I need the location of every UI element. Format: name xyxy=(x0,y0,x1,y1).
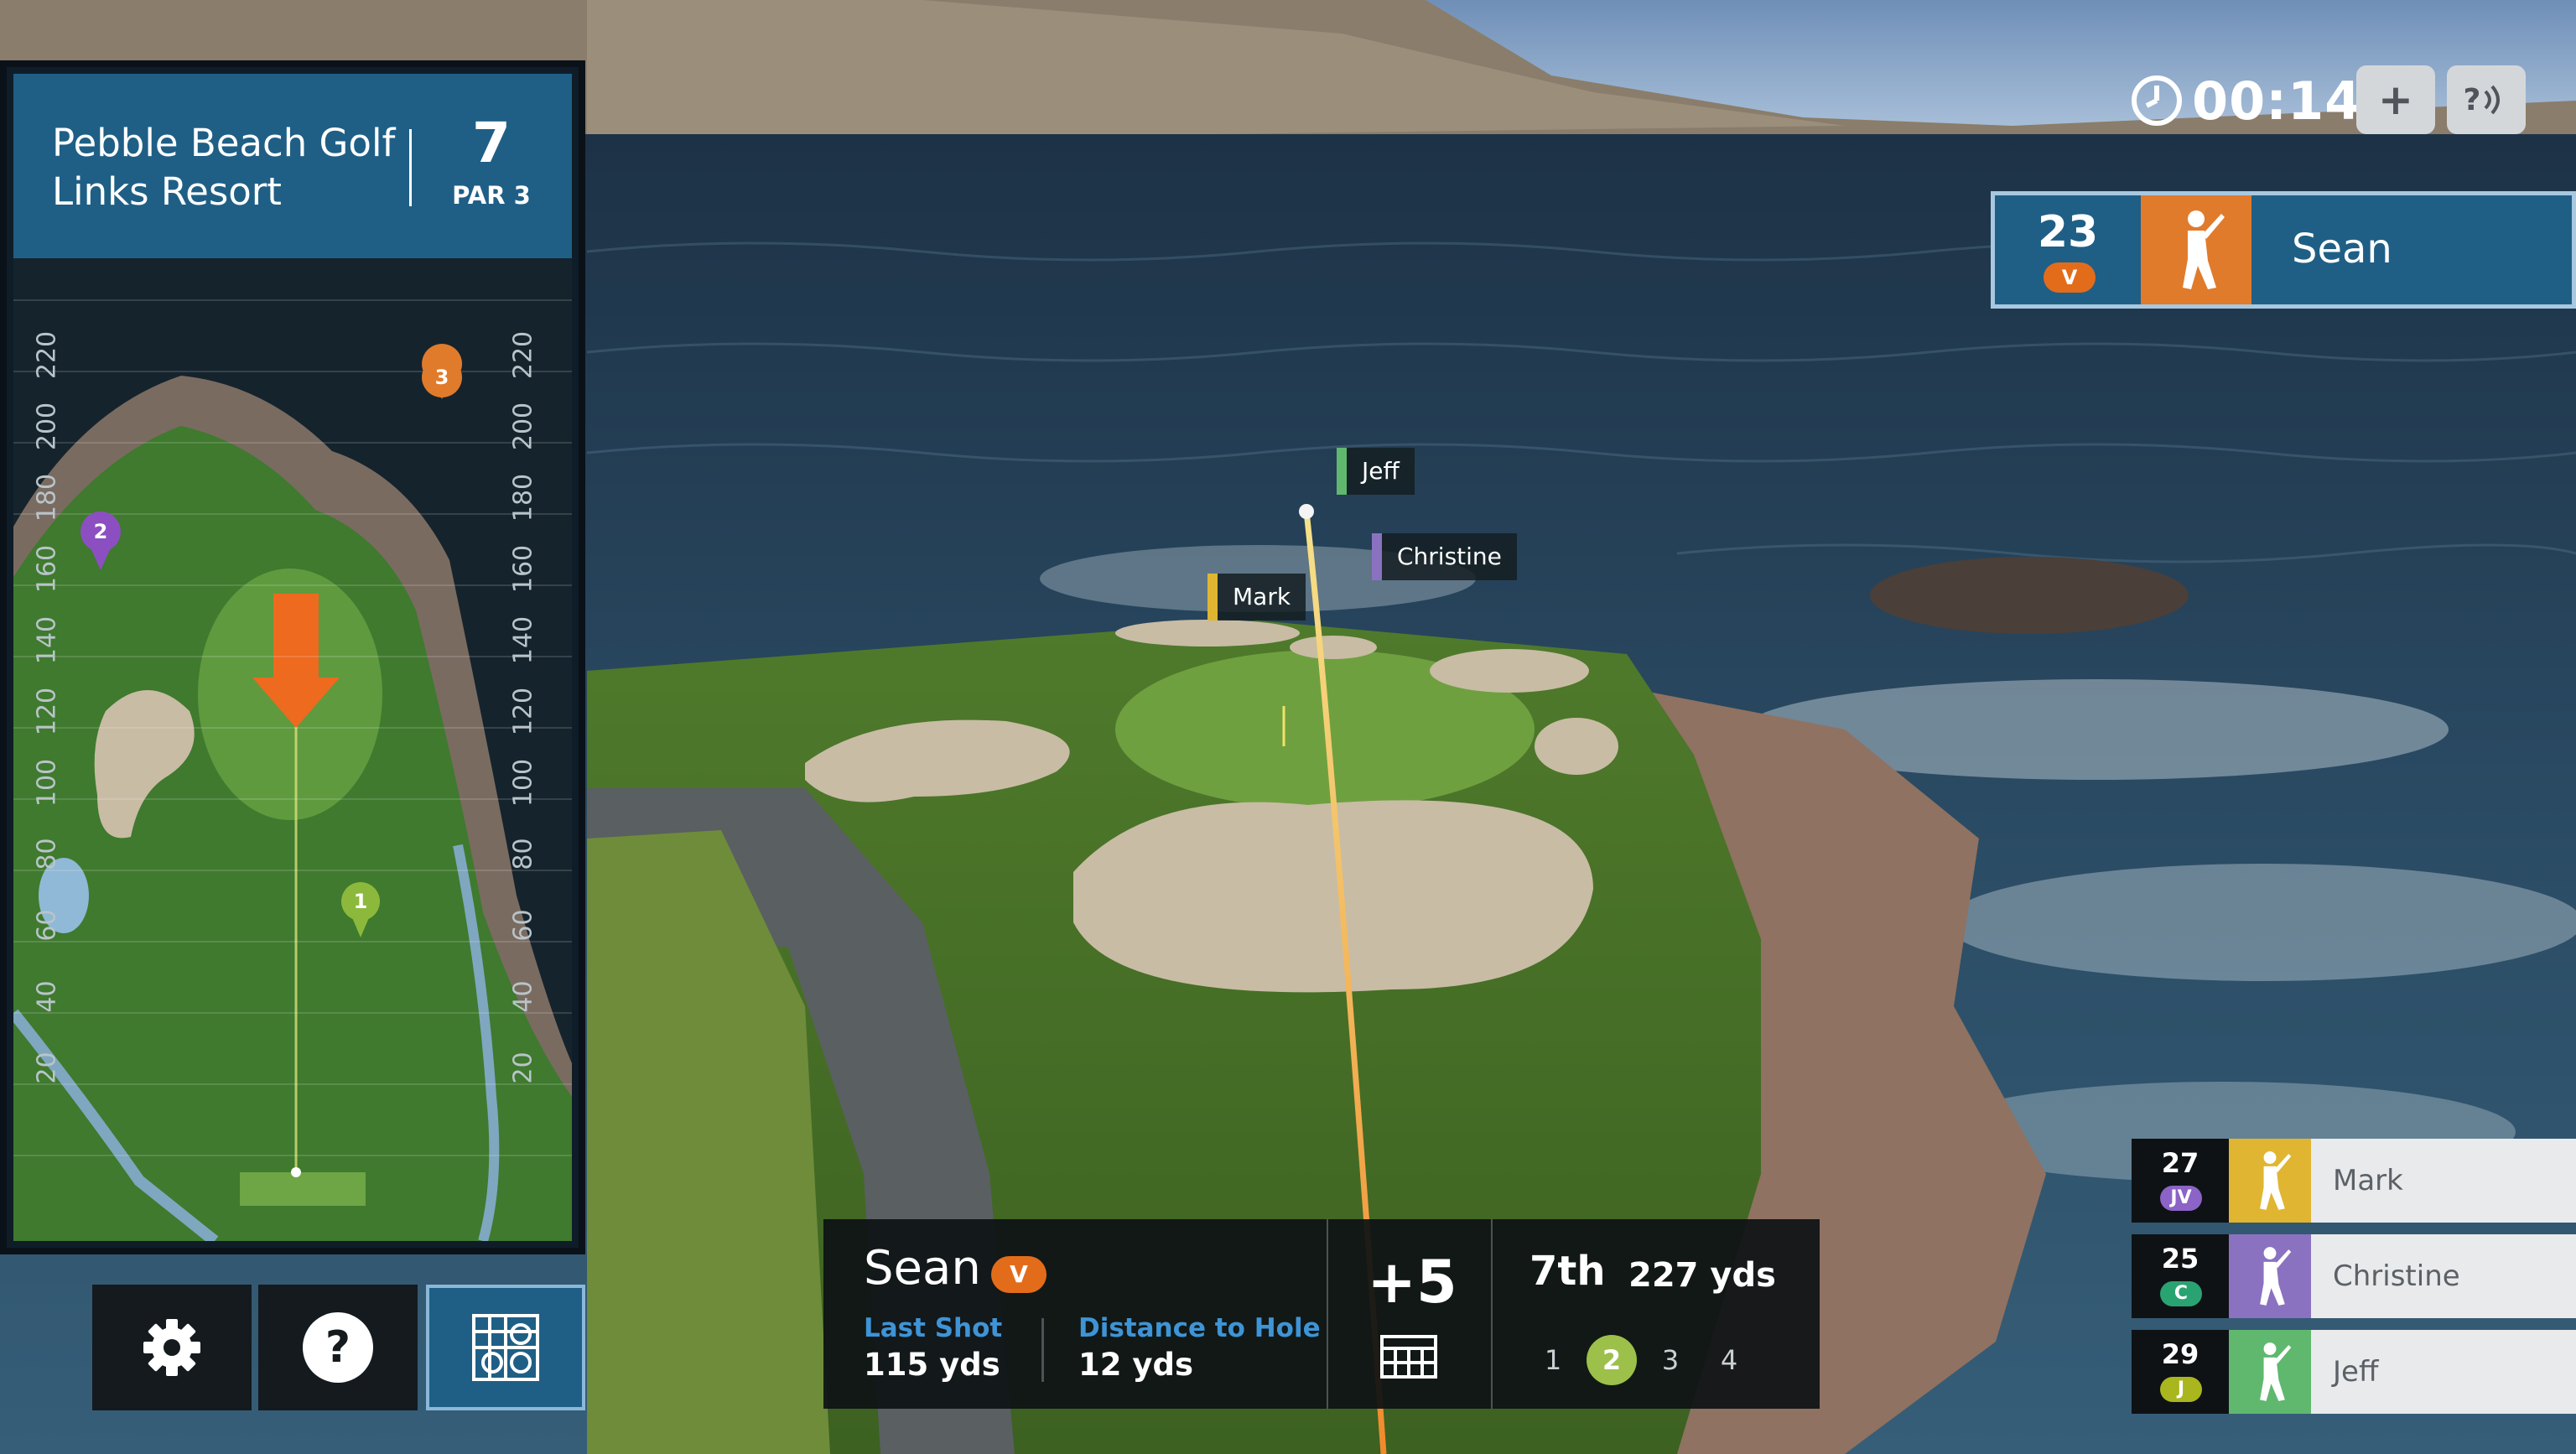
shot-divider xyxy=(1041,1318,1044,1382)
flag-jeff: Jeff xyxy=(1337,448,1415,495)
player-place: 7th xyxy=(1530,1248,1606,1295)
yard-label-left-140: 140 xyxy=(32,615,62,665)
course-name: Pebble Beach Golf Links Resort xyxy=(52,121,396,214)
scorecard-table-icon[interactable] xyxy=(1380,1335,1437,1379)
yard-label-right-140: 140 xyxy=(508,615,538,665)
yard-label-right-180: 180 xyxy=(508,473,538,522)
help-button[interactable]: ? xyxy=(258,1285,418,1410)
scoreboard-avatar xyxy=(2229,1234,2311,1318)
question-icon: ? xyxy=(303,1312,373,1383)
minimap-drawing xyxy=(13,258,572,1241)
settings-button[interactable] xyxy=(92,1285,252,1410)
scoreboard-row[interactable]: 27 JV Mark xyxy=(2132,1139,2576,1223)
scoreboard-score-box: 27 JV xyxy=(2132,1139,2229,1223)
golfer-icon xyxy=(2260,1247,2292,1306)
minimap-marker-1-label: 1 xyxy=(341,882,380,921)
svg-text:?: ? xyxy=(325,1322,351,1373)
scoreboard-row[interactable]: 25 C Christine xyxy=(2132,1234,2576,1318)
current-player-card: 23 V Sean xyxy=(1991,191,2576,309)
yard-label-right-120: 120 xyxy=(508,687,538,736)
scoreboard-badge: JV xyxy=(2160,1186,2202,1211)
scoreboard-score-box: 29 J xyxy=(2132,1330,2229,1414)
course-header: Pebble Beach Golf Links Resort 7 PAR 3 xyxy=(13,74,572,258)
scorecard-grid-icon xyxy=(472,1314,539,1381)
hole-par: PAR 3 xyxy=(452,181,531,210)
scoreboard-badge: C xyxy=(2160,1281,2202,1306)
current-player-score: 23 xyxy=(2037,207,2099,257)
minimap-marker-3-label: 3 xyxy=(422,357,462,397)
scoreboard-avatar xyxy=(2229,1139,2311,1223)
shot-selector-1[interactable]: 1 xyxy=(1528,1335,1578,1385)
scoreboard-score: 29 xyxy=(2161,1338,2199,1370)
round-score: +5 xyxy=(1367,1248,1457,1316)
yard-label-right-60: 60 xyxy=(508,909,538,942)
yard-label-left-120: 120 xyxy=(32,687,62,736)
gear-icon xyxy=(143,1319,200,1376)
yard-label-right-100: 100 xyxy=(508,758,538,807)
distance-to-hole-label: Distance to Hole xyxy=(1078,1313,1321,1343)
minimap-marker-2-label: 2 xyxy=(80,511,121,552)
scoreboard-name: Mark xyxy=(2311,1139,2576,1223)
shot-player-name: Sean xyxy=(864,1241,981,1296)
course-divider xyxy=(409,129,412,206)
round-timer: 00:14 xyxy=(2130,70,2362,132)
yard-label-left-160: 160 xyxy=(32,544,62,594)
shot-player-badge: V xyxy=(991,1256,1046,1293)
help-signal-button[interactable]: ? xyxy=(2447,65,2526,134)
current-player-badge: V xyxy=(2044,262,2096,293)
current-player-name: Sean xyxy=(2292,226,2392,273)
shot-selector-4[interactable]: 4 xyxy=(1704,1335,1754,1385)
flag-christine: Christine xyxy=(1372,533,1517,580)
golfer-icon xyxy=(2183,210,2225,289)
scoreboard-name: Christine xyxy=(2311,1234,2576,1318)
plus-icon: + xyxy=(2378,75,2413,124)
yard-label-left-60: 60 xyxy=(32,909,62,942)
minimap[interactable]: 3 2 1 220 200 180 160 140 120 100 80 60 … xyxy=(13,258,572,1241)
yard-label-right-220: 220 xyxy=(508,330,538,380)
yard-label-right-200: 200 xyxy=(508,402,538,451)
golfer-icon xyxy=(2260,1342,2292,1401)
yard-label-right-40: 40 xyxy=(508,980,538,1013)
total-distance: 227 yds xyxy=(1628,1256,1776,1295)
flag-mark: Mark xyxy=(1208,574,1306,621)
yard-label-right-20: 20 xyxy=(508,1052,538,1084)
panel-divider xyxy=(1491,1219,1493,1409)
scoreboard-score-box: 25 C xyxy=(2132,1234,2229,1318)
current-player-score-box: 23 V xyxy=(1995,195,2141,304)
add-button[interactable]: + xyxy=(2356,65,2435,134)
signal-waves-icon xyxy=(2484,85,2501,115)
current-player-avatar xyxy=(2141,195,2251,304)
timer-value: 00:14 xyxy=(2192,70,2362,132)
panel-divider xyxy=(1327,1219,1328,1409)
yard-label-right-80: 80 xyxy=(508,838,538,870)
scoreboard-score: 25 xyxy=(2161,1243,2199,1275)
scoreboard-avatar xyxy=(2229,1330,2311,1414)
yard-label-left-200: 200 xyxy=(32,402,62,451)
yard-label-left-220: 220 xyxy=(32,330,62,380)
yard-label-right-160: 160 xyxy=(508,544,538,594)
distance-to-hole-value: 12 yds xyxy=(1078,1347,1193,1383)
help-signal-icon: ? xyxy=(2463,82,2481,117)
yard-label-left-40: 40 xyxy=(32,980,62,1013)
scoreboard-badge: J xyxy=(2160,1377,2202,1402)
hole-number: 7 xyxy=(472,111,511,175)
scoreboard-row[interactable]: 29 J Jeff xyxy=(2132,1330,2576,1414)
golfer-icon xyxy=(2260,1151,2292,1210)
last-shot-label: Last Shot xyxy=(864,1313,1003,1343)
yard-label-left-80: 80 xyxy=(32,838,62,870)
scorecard-button[interactable] xyxy=(426,1285,585,1410)
shot-selector-3[interactable]: 3 xyxy=(1645,1335,1696,1385)
yard-label-left-100: 100 xyxy=(32,758,62,807)
scoreboard-name: Jeff xyxy=(2311,1330,2576,1414)
yard-label-left-180: 180 xyxy=(32,473,62,522)
shot-info-panel: Sean V Last Shot 115 yds Distance to Hol… xyxy=(823,1219,1820,1409)
shot-selector-2[interactable]: 2 xyxy=(1587,1335,1637,1385)
clock-icon xyxy=(2132,75,2182,126)
last-shot-value: 115 yds xyxy=(864,1347,1000,1383)
scoreboard-score: 27 xyxy=(2161,1147,2199,1179)
yard-label-left-20: 20 xyxy=(32,1052,62,1084)
